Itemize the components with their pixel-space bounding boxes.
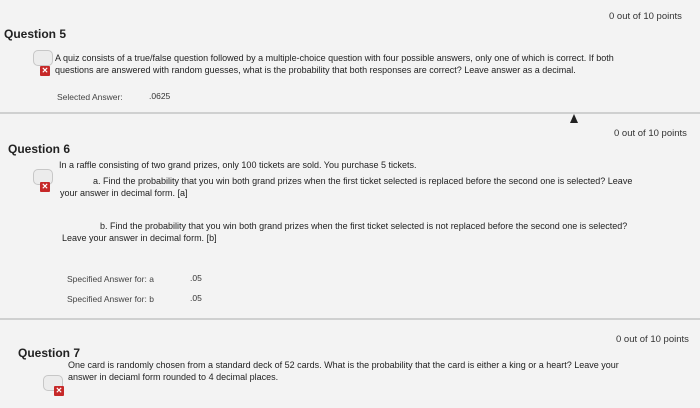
part-a-line-1: a. Find the probability that you win bot… [93,176,633,186]
question-6-part-a: a. Find the probability that you win bot… [60,175,695,199]
question-5-points: 0 out of 10 points [609,11,682,22]
part-b-line-1: b. Find the probability that you win bot… [100,221,628,231]
x-mark-icon: ✕ [40,182,50,192]
question-7-block: 0 out of 10 points Question 7 ✕ One card… [0,320,700,408]
x-mark-icon: ✕ [54,386,64,396]
mouse-cursor-icon [570,114,578,123]
status-ghost-icon [33,50,53,66]
question-6-block: 0 out of 10 points Question 6 ✕ In a raf… [0,114,700,318]
question-5-text: A quiz consists of a true/false question… [55,52,695,76]
question-7-title: Question 7 [18,346,81,360]
x-mark-icon: ✕ [40,66,50,76]
question-6-part-b: b. Find the probability that you win bot… [62,220,692,244]
selected-answer-label: Selected Answer: [57,92,123,102]
question-5-title: Question 5 [4,27,67,41]
part-b-line-2: Leave your answer in decimal form. [b] [62,233,217,243]
specified-answer-a-label: Specified Answer for: a [67,274,154,284]
question-7-text: One card is randomly chosen from a stand… [68,359,693,383]
specified-answer-a-value: .05 [190,273,202,283]
specified-answer-b-label: Specified Answer for: b [67,294,154,304]
question-6-title: Question 6 [8,142,71,156]
question-6-intro: In a raffle consisting of two grand priz… [59,160,417,170]
question-5-block: 0 out of 10 points Question 5 ✕ A quiz c… [0,0,700,112]
question-7-points: 0 out of 10 points [616,334,689,345]
question-6-points: 0 out of 10 points [614,128,687,139]
question-5-line-1: A quiz consists of a true/false question… [55,53,614,63]
selected-answer-value: .0625 [149,91,171,101]
question-7-line-1: One card is randomly chosen from a stand… [68,360,619,370]
specified-answer-b-value: .05 [190,293,202,303]
question-7-line-2: answer in deciaml form rounded to 4 deci… [68,372,279,382]
question-5-line-2: questions are answered with random guess… [55,65,576,75]
part-a-line-2: your answer in decimal form. [a] [60,188,188,198]
